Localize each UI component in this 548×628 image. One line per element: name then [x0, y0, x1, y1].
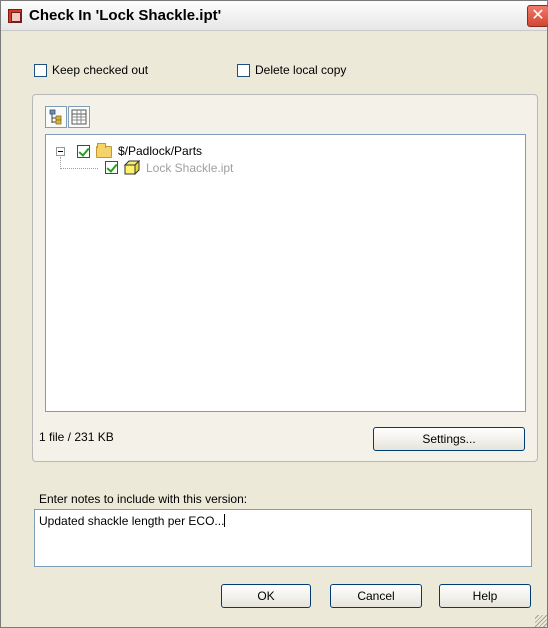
ok-button[interactable]: OK	[221, 584, 311, 608]
check-in-dialog: Check In 'Lock Shackle.ipt' ✕ Keep check…	[0, 0, 548, 628]
delete-local-copy-checkbox[interactable]	[237, 63, 250, 77]
text-caret	[224, 514, 226, 527]
file-summary: 1 file / 231 KB	[39, 430, 114, 444]
keep-checked-out-checkbox[interactable]	[34, 63, 47, 77]
close-icon: ✕	[531, 7, 545, 24]
tree-view-button[interactable]	[45, 106, 67, 128]
close-button[interactable]: ✕	[527, 5, 548, 27]
notes-label: Enter notes to include with this version…	[39, 492, 248, 506]
part-icon	[124, 160, 140, 175]
delete-local-copy-option[interactable]: Delete local copy	[237, 63, 346, 77]
settings-button[interactable]: Settings...	[373, 427, 525, 451]
list-view-icon	[71, 109, 87, 125]
file-tree[interactable]: $/Padlock/Parts Lock Shackle.ipt	[45, 134, 526, 412]
app-icon	[8, 9, 22, 23]
tree-connector-line	[60, 157, 61, 167]
part-checkbox[interactable]	[105, 161, 118, 174]
part-label[interactable]: Lock Shackle.ipt	[146, 161, 233, 175]
keep-checked-out-option[interactable]: Keep checked out	[34, 63, 148, 77]
collapse-icon[interactable]	[56, 147, 65, 156]
cancel-button[interactable]: Cancel	[330, 584, 422, 608]
delete-local-copy-label: Delete local copy	[255, 63, 347, 77]
folder-checkbox[interactable]	[77, 145, 90, 158]
notes-text: Updated shackle length per ECO...	[39, 514, 225, 528]
dialog-title: Check In 'Lock Shackle.ipt'	[29, 7, 222, 24]
keep-checked-out-label: Keep checked out	[52, 63, 149, 77]
title-bar[interactable]: Check In 'Lock Shackle.ipt' ✕	[1, 1, 548, 31]
help-button[interactable]: Help	[439, 584, 531, 608]
resize-grip-icon[interactable]	[535, 615, 547, 627]
tree-connector-line	[60, 168, 98, 169]
tree-view-icon	[49, 109, 62, 125]
folder-label[interactable]: $/Padlock/Parts	[118, 144, 202, 158]
folder-icon	[96, 143, 112, 158]
notes-textarea[interactable]: Updated shackle length per ECO...	[34, 509, 532, 567]
list-view-button[interactable]	[68, 106, 90, 128]
